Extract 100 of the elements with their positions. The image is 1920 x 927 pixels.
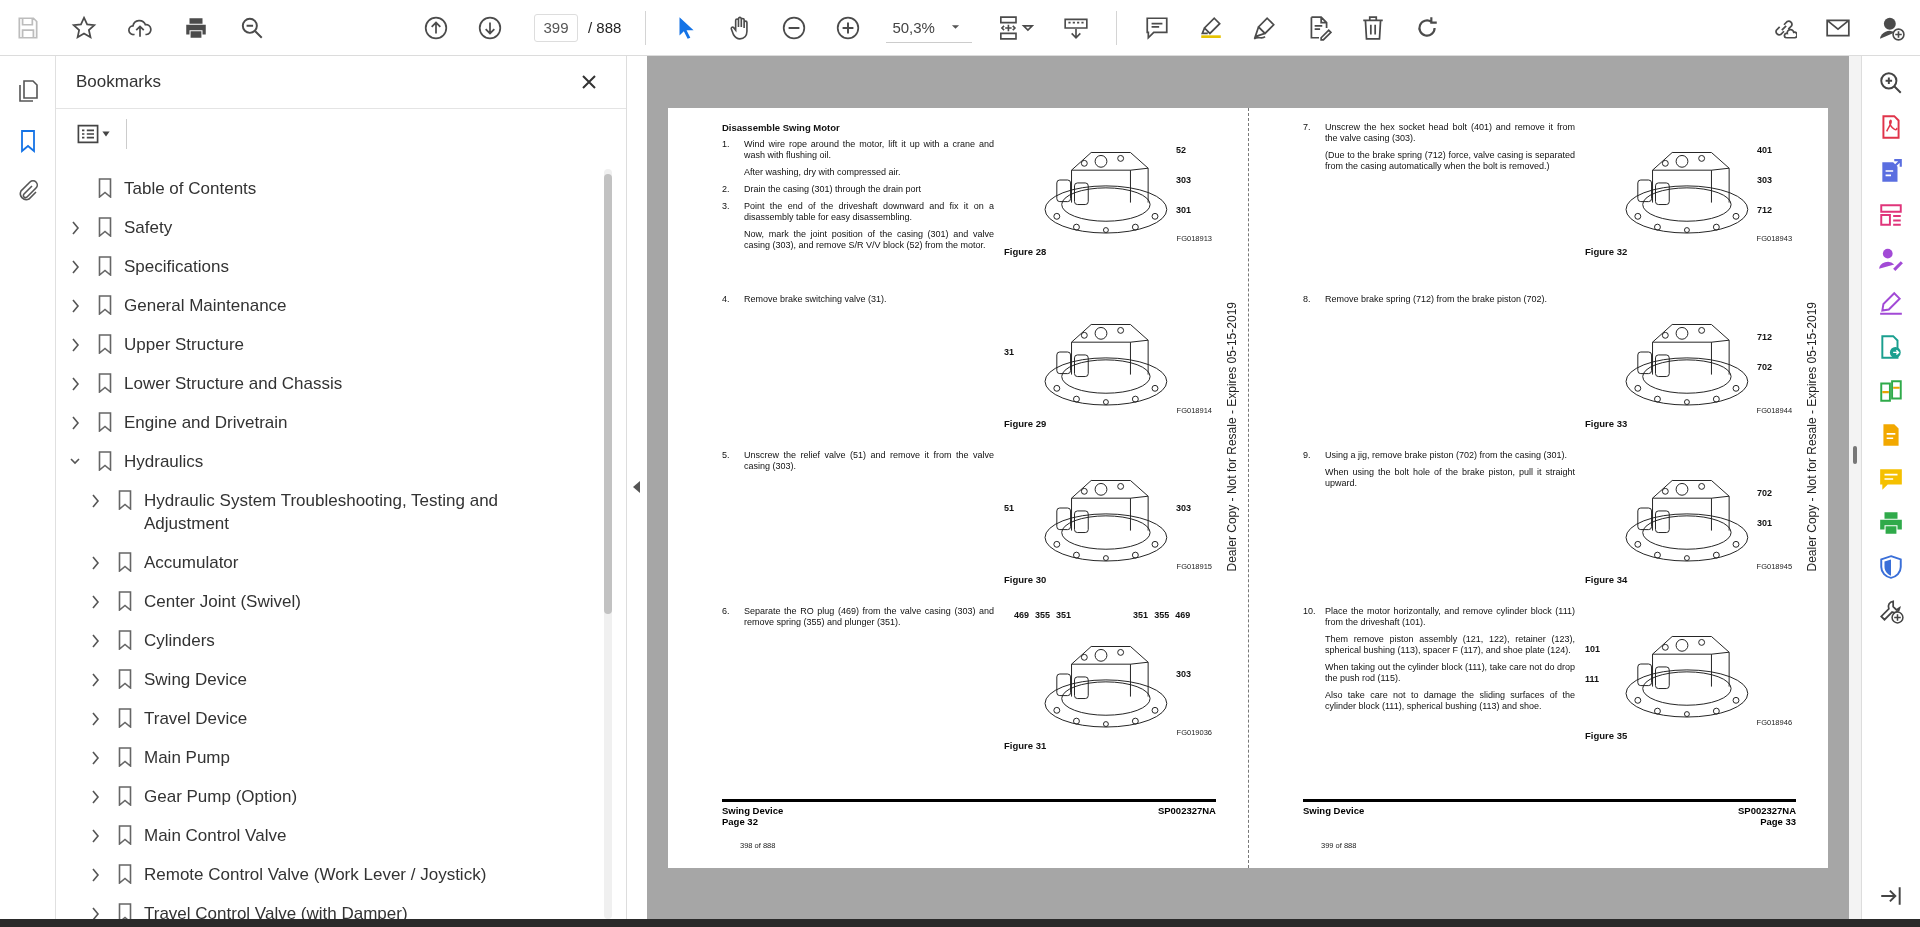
- page-number-field[interactable]: 399: [534, 13, 578, 42]
- figure-caption: Figure 33: [1585, 418, 1629, 429]
- collapse-panel-button[interactable]: [631, 479, 643, 496]
- figure-caption: Figure 35: [1585, 730, 1629, 741]
- callout-label: 712: [1757, 205, 1774, 215]
- star-icon: [71, 14, 97, 41]
- step-number: 6.: [722, 606, 731, 618]
- bookmark-item[interactable]: Specifications: [56, 247, 596, 286]
- chevron-icon[interactable]: [90, 750, 100, 765]
- chevron-icon[interactable]: [90, 555, 100, 570]
- footer-text: Swing Device: [722, 805, 784, 816]
- step-text: Separate the RO plug (469) from the valve casing (303) and remove spring (355) and plunger (351).: [744, 606, 994, 628]
- caret-icon: [950, 24, 960, 30]
- bookmark-item[interactable]: Hydraulic System Troubleshooting, Testing and Adjustment: [56, 481, 550, 543]
- bookmark-item[interactable]: Main Pump: [56, 738, 550, 777]
- bookmark-icon: [98, 451, 112, 471]
- callout-label: 303: [1757, 175, 1774, 185]
- chevron-icon[interactable]: [70, 298, 80, 313]
- scrollbar-thumb[interactable]: [604, 174, 612, 614]
- step-number: 4.: [722, 294, 731, 306]
- chevron-icon[interactable]: [90, 493, 100, 508]
- chevron-icon[interactable]: [70, 220, 80, 235]
- step-text: Place the motor horizontally, and remove cylinder block (111) from the driveshaft (101).: [1325, 606, 1575, 628]
- bookmark-item[interactable]: Safety: [56, 208, 596, 247]
- bookmark-icon: [118, 669, 132, 689]
- figure-caption: Figure 32: [1585, 246, 1629, 257]
- bookmark-icon: [118, 708, 132, 728]
- chevron-icon[interactable]: [90, 789, 100, 804]
- callout-label: 702: [1757, 488, 1774, 498]
- section-heading: Disassemble Swing Motor: [722, 122, 841, 133]
- callout-label: 303: [1176, 175, 1193, 185]
- pen-icon: [1878, 290, 1904, 316]
- step-text: Remove brake switching valve (31).: [744, 294, 888, 305]
- callout-label: 303: [1176, 669, 1193, 679]
- step-text: Remove brake spring (712) from the brake piston (702).: [1325, 294, 1549, 305]
- chevron-icon[interactable]: [70, 259, 80, 274]
- chevron-icon[interactable]: [90, 594, 100, 609]
- bookmark-item[interactable]: Travel Control Valve (with Damper): [56, 894, 550, 927]
- bookmark-item[interactable]: Table of Contents: [56, 169, 596, 208]
- bookmark-item[interactable]: Swing Device: [56, 660, 550, 699]
- chevron-icon[interactable]: [90, 828, 100, 843]
- chevron-icon[interactable]: [90, 672, 100, 687]
- bookmark-icon: [118, 825, 132, 845]
- plus-circle-icon: [835, 14, 862, 41]
- step-text: Unscrew the hex socket head bolt (401) and remove it from the valve casing (303).: [1325, 122, 1575, 144]
- bookmark-item[interactable]: Engine and Drivetrain: [56, 403, 596, 442]
- bookmark-icon: [98, 178, 112, 198]
- callout-label: 469: [1175, 610, 1191, 620]
- step-text: After washing, dry with compressed air.: [744, 167, 902, 178]
- chevron-icon[interactable]: [90, 711, 100, 726]
- callout-label: 355: [1035, 610, 1051, 620]
- bookmark-icon: [98, 373, 112, 393]
- step-text: Point the end of the driveshaft downward and fix it on a disassembly table for easy disassembling.: [744, 201, 994, 223]
- bookmark-item[interactable]: Travel Device: [56, 699, 550, 738]
- bookmark-icon: [98, 295, 112, 315]
- wrench-plus-icon: [1878, 598, 1904, 624]
- step-number: 10.: [1303, 606, 1317, 618]
- bookmark-item[interactable]: Main Control Valve: [56, 816, 550, 855]
- layout-icon: [1878, 202, 1904, 228]
- footer-text: Page 32: [722, 816, 759, 827]
- figure-caption: Figure 29: [1004, 418, 1048, 429]
- callout-label: 51: [1004, 503, 1015, 513]
- step-text: Now, mark the joint position of the casing (301) and valve casing (303), and remove S/R V/V block (52) from the motor.: [744, 229, 994, 251]
- arrow-down-circle-icon: [477, 14, 503, 41]
- bookmark-item[interactable]: Remote Control Valve (Work Lever / Joystick): [56, 855, 550, 894]
- bookmark-item[interactable]: General Maintenance: [56, 286, 596, 325]
- speech-bubble-icon: [1144, 14, 1171, 41]
- chevron-icon[interactable]: [70, 415, 80, 430]
- bookmark-item[interactable]: Lower Structure and Chassis: [56, 364, 596, 403]
- bookmark-item[interactable]: Center Joint (Swivel): [56, 582, 550, 621]
- chevron-icon[interactable]: [70, 337, 80, 352]
- step-text: Also take care not to damage the sliding surfaces of the cylinder block (111), spherical bushing (113) and shoe.: [1325, 690, 1575, 712]
- chevron-icon[interactable]: [70, 376, 80, 391]
- chevron-icon[interactable]: [90, 867, 100, 882]
- dealer-copy-label: Dealer Copy - Not for Resale - Expires 05-15-2019: [1225, 302, 1239, 572]
- callout-label: 301: [1757, 518, 1774, 528]
- chevron-icon[interactable]: [90, 633, 100, 648]
- callout-label: 351: [1133, 610, 1149, 620]
- bookmark-item[interactable]: Gear Pump (Option): [56, 777, 550, 816]
- step-text: Them remove piston assembly (121, 122), retainer (123), spherical bushing (113), spacer F (117), and shoe plate (124).: [1325, 634, 1575, 656]
- step-number: 3.: [722, 201, 731, 213]
- step-text: When taking out the cylinder block (111), take care not do drop the push rod (115).: [1325, 662, 1575, 684]
- footer-text: Page 33: [1760, 816, 1797, 827]
- bookmark-item[interactable]: Cylinders: [56, 621, 550, 660]
- callout-label: 469: [1014, 610, 1030, 620]
- figure-caption: Figure 34: [1585, 574, 1629, 585]
- bookmark-icon: [98, 412, 112, 432]
- scrollbar-thumb[interactable]: [1853, 446, 1857, 464]
- callout-label: 303: [1176, 503, 1193, 513]
- bookmark-icon: [98, 256, 112, 276]
- bookmark-icon: [118, 747, 132, 767]
- bookmark-item[interactable]: Upper Structure: [56, 325, 596, 364]
- bookmark-icon: [98, 217, 112, 237]
- zoom-dropdown[interactable]: 50,3%: [886, 12, 973, 43]
- zoom-in-icon: [1878, 70, 1904, 96]
- minus-circle-icon: [781, 14, 808, 41]
- bookmark-item[interactable]: Hydraulics: [56, 442, 596, 481]
- bookmark-item[interactable]: Accumulator: [56, 543, 550, 582]
- callout-label: 301: [1176, 205, 1193, 215]
- dealer-copy-label: Dealer Copy - Not for Resale - Expires 05-15-2019: [1805, 302, 1820, 572]
